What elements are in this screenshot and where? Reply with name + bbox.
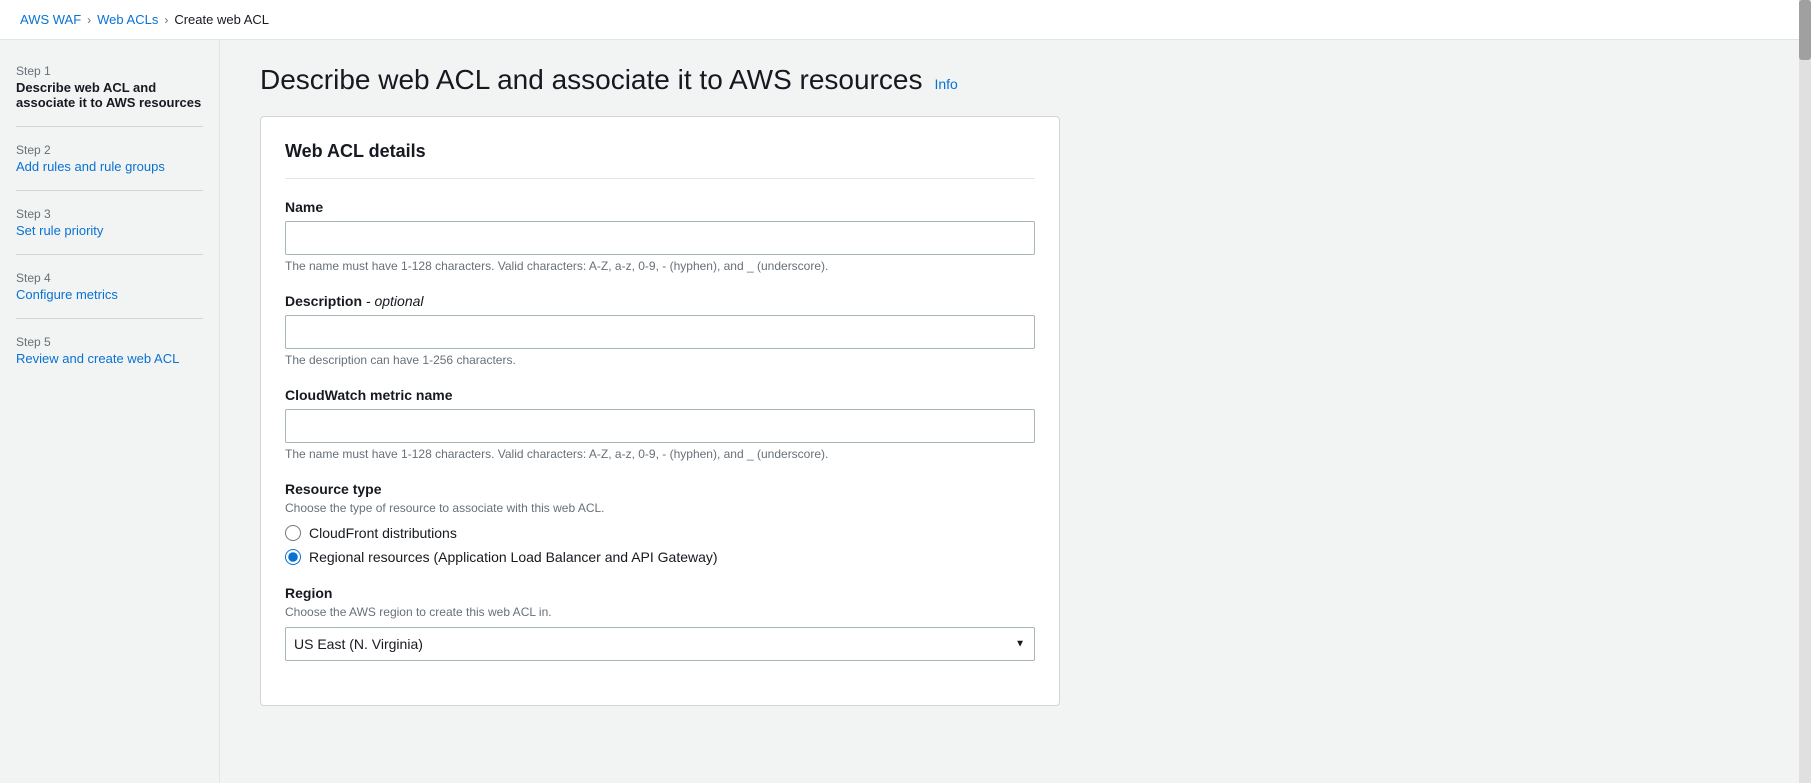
sidebar-step-5: Step 5 Review and create web ACL (16, 335, 203, 382)
region-label: Region (285, 585, 1035, 601)
sidebar-step-4-label: Step 4 (16, 271, 203, 285)
info-link[interactable]: Info (934, 76, 957, 92)
cloudwatch-input[interactable] (285, 409, 1035, 443)
resource-type-field: Resource type Choose the type of resourc… (285, 481, 1035, 565)
main-content: Describe web ACL and associate it to AWS… (220, 40, 1811, 782)
regional-radio[interactable] (285, 549, 301, 565)
regional-radio-label[interactable]: Regional resources (Application Load Bal… (309, 549, 718, 565)
breadcrumb-sep-2: › (164, 13, 168, 27)
sidebar-step-4-name: Configure metrics (16, 287, 203, 302)
regional-radio-option[interactable]: Regional resources (Application Load Bal… (285, 549, 1035, 565)
scrollbar[interactable] (1799, 0, 1811, 783)
description-input[interactable] (285, 315, 1035, 349)
sidebar-step-1-name: Describe web ACL and associate it to AWS… (16, 80, 203, 110)
sidebar-step-3: Step 3 Set rule priority (16, 207, 203, 255)
region-select-wrapper: US East (N. Virginia) US East (Ohio) US … (285, 627, 1035, 661)
description-field: Description - optional The description c… (285, 293, 1035, 367)
breadcrumb-sep-1: › (87, 13, 91, 27)
sidebar-step-2-label: Step 2 (16, 143, 203, 157)
web-acl-details-card: Web ACL details Name The name must have … (260, 116, 1060, 706)
sidebar: Step 1 Describe web ACL and associate it… (0, 40, 220, 782)
name-input[interactable] (285, 221, 1035, 255)
card-title: Web ACL details (285, 141, 1035, 179)
cloudwatch-hint: The name must have 1-128 characters. Val… (285, 447, 1035, 461)
sidebar-step-3-name: Set rule priority (16, 223, 203, 238)
breadcrumb-web-acls[interactable]: Web ACLs (97, 12, 158, 27)
name-hint: The name must have 1-128 characters. Val… (285, 259, 1035, 273)
cloudfront-radio-option[interactable]: CloudFront distributions (285, 525, 1035, 541)
sidebar-step-3-label: Step 3 (16, 207, 203, 221)
resource-type-label: Resource type (285, 481, 1035, 497)
sidebar-step-4: Step 4 Configure metrics (16, 271, 203, 319)
cloudfront-radio[interactable] (285, 525, 301, 541)
resource-type-desc: Choose the type of resource to associate… (285, 501, 1035, 515)
breadcrumb-aws-waf[interactable]: AWS WAF (20, 12, 81, 27)
description-optional: - optional (366, 293, 424, 309)
description-hint: The description can have 1-256 character… (285, 353, 1035, 367)
page-layout: Step 1 Describe web ACL and associate it… (0, 40, 1811, 782)
sidebar-step-1-label: Step 1 (16, 64, 203, 78)
sidebar-step-1: Step 1 Describe web ACL and associate it… (16, 64, 203, 127)
cloudwatch-field: CloudWatch metric name The name must hav… (285, 387, 1035, 461)
sidebar-step-2: Step 2 Add rules and rule groups (16, 143, 203, 191)
region-field: Region Choose the AWS region to create t… (285, 585, 1035, 661)
cloudwatch-label: CloudWatch metric name (285, 387, 1035, 403)
description-label: Description - optional (285, 293, 1035, 309)
cloudfront-radio-label[interactable]: CloudFront distributions (309, 525, 457, 541)
page-title: Describe web ACL and associate it to AWS… (260, 64, 922, 96)
page-title-row: Describe web ACL and associate it to AWS… (260, 64, 1771, 96)
region-select[interactable]: US East (N. Virginia) US East (Ohio) US … (285, 627, 1035, 661)
breadcrumb: AWS WAF › Web ACLs › Create web ACL (0, 0, 1811, 40)
region-desc: Choose the AWS region to create this web… (285, 605, 1035, 619)
sidebar-step-5-name: Review and create web ACL (16, 351, 203, 366)
name-field: Name The name must have 1-128 characters… (285, 199, 1035, 273)
sidebar-step-5-label: Step 5 (16, 335, 203, 349)
breadcrumb-current: Create web ACL (174, 12, 269, 27)
scrollbar-thumb[interactable] (1799, 0, 1811, 60)
name-label: Name (285, 199, 1035, 215)
sidebar-step-2-name: Add rules and rule groups (16, 159, 203, 174)
